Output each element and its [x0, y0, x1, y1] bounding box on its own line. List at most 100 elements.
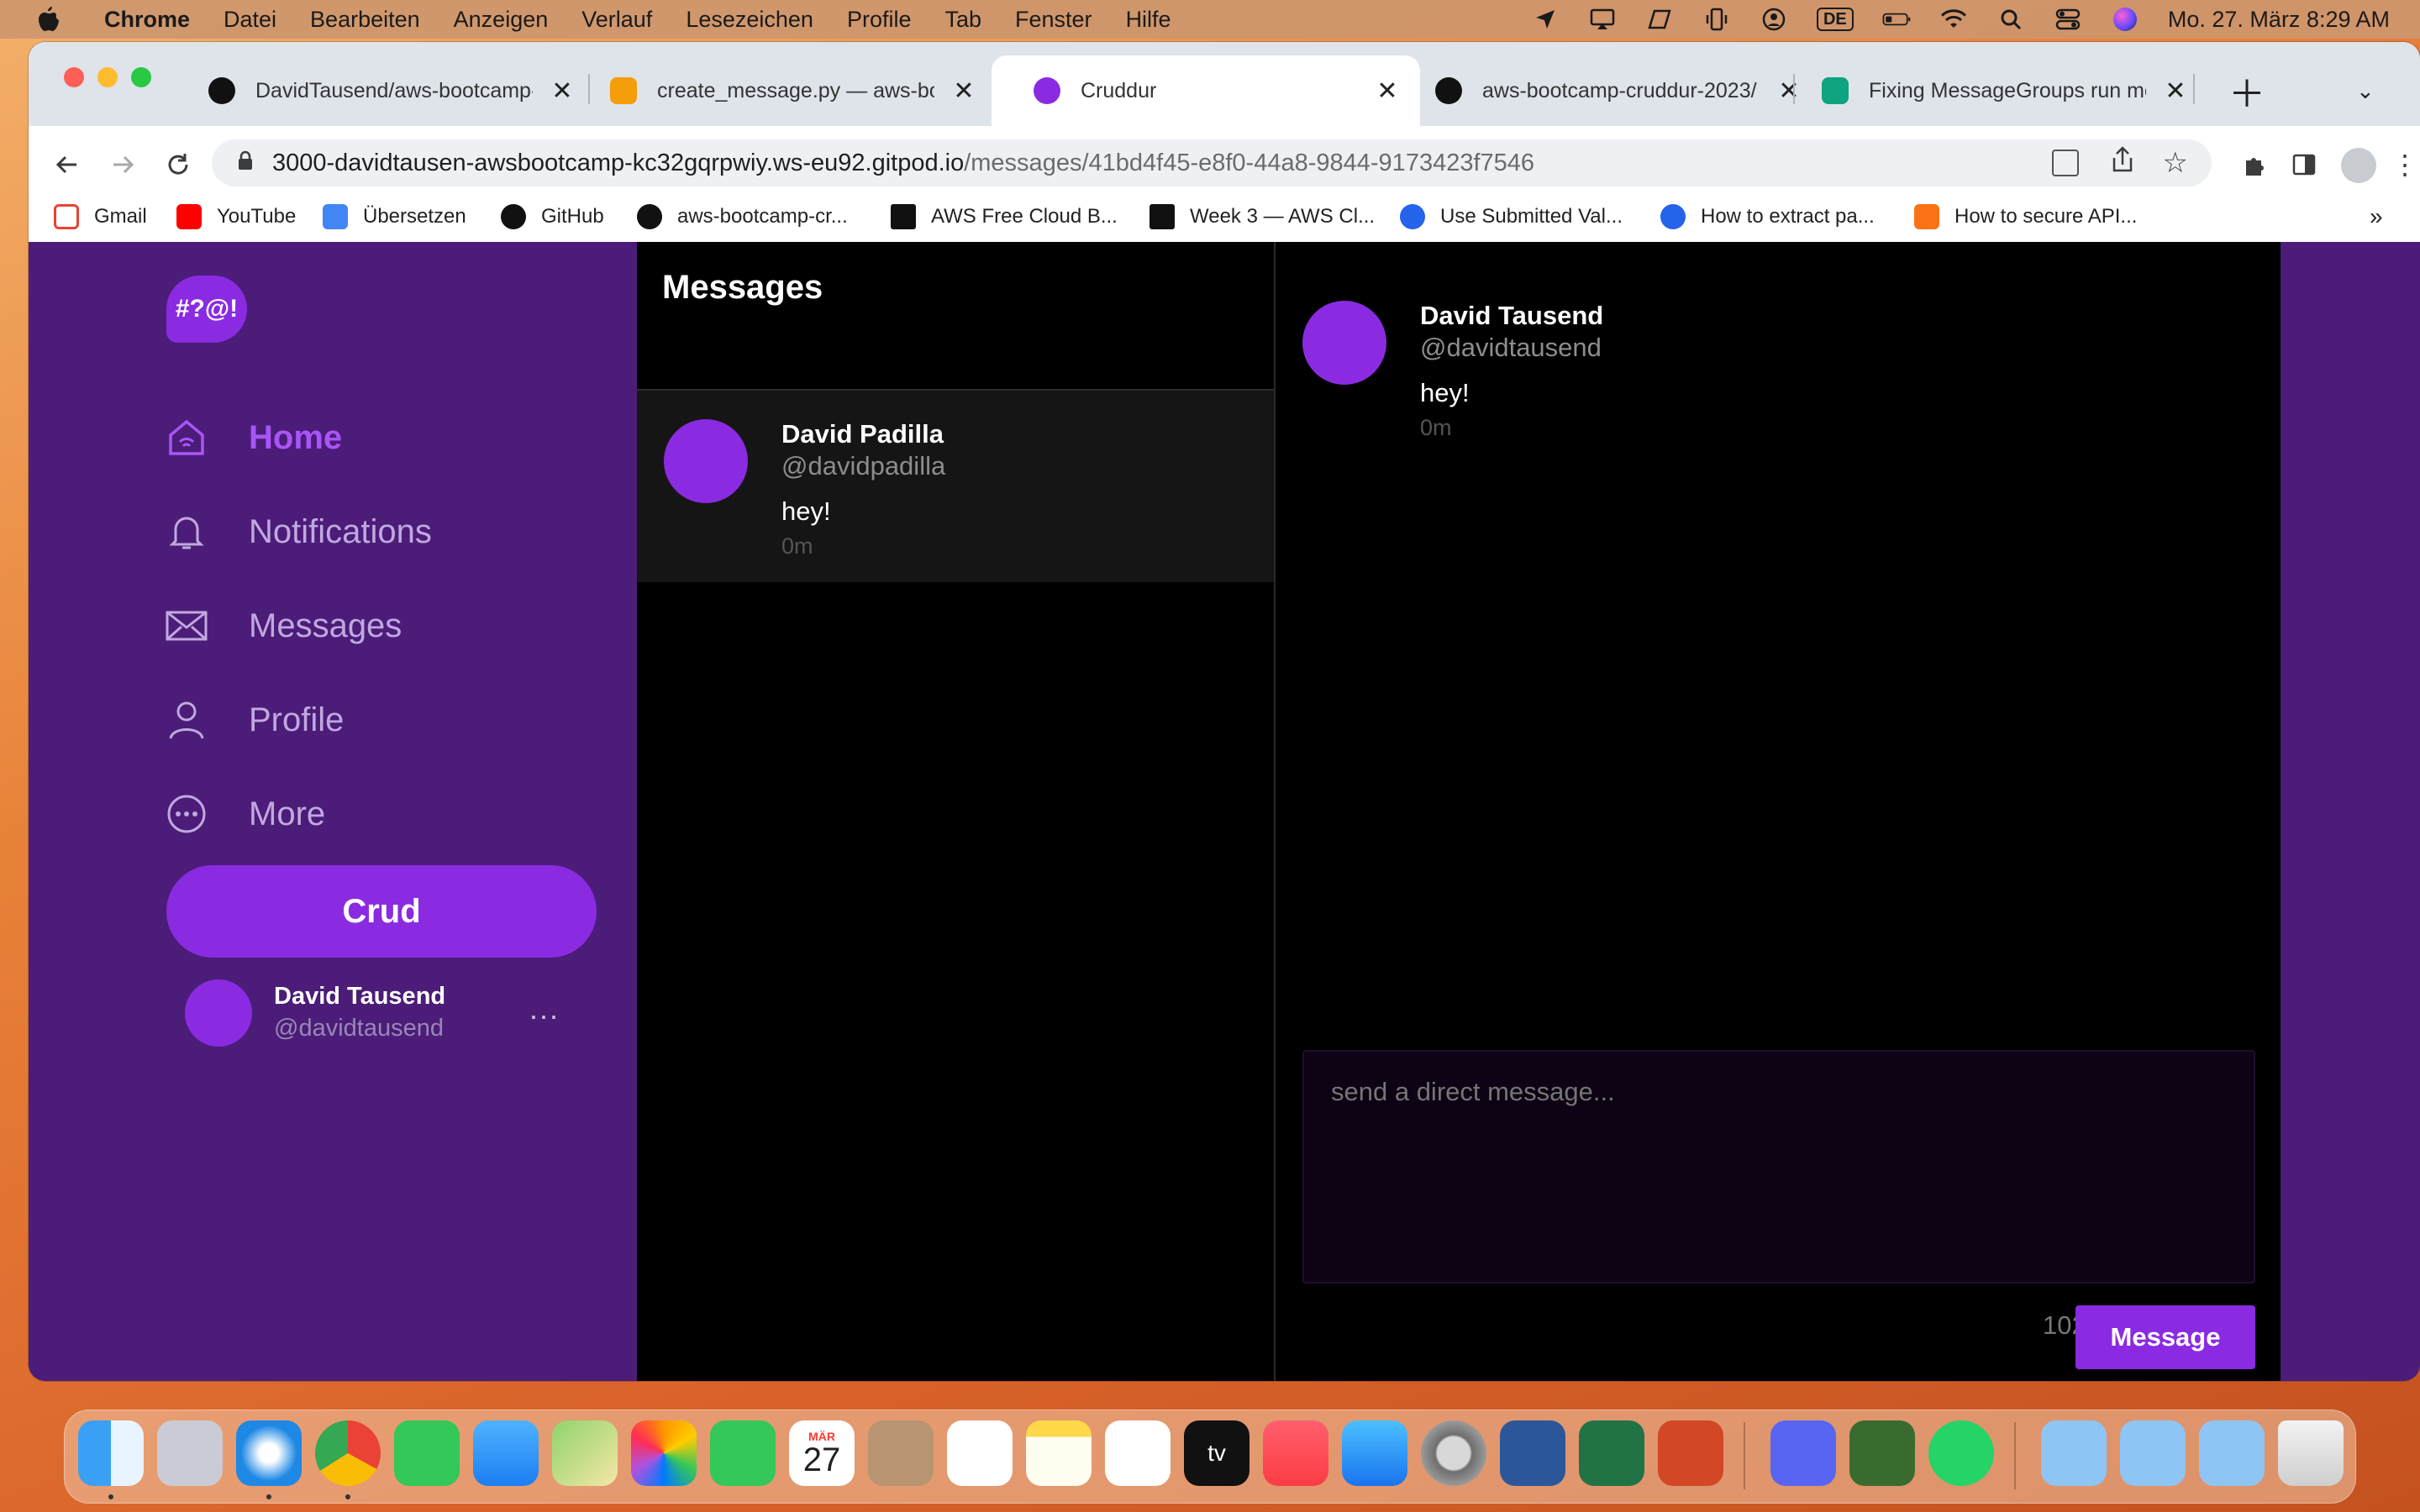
lock-icon[interactable] — [237, 150, 254, 177]
bookmark-aws-free-cloud[interactable]: AWS Free Cloud B... — [891, 198, 1118, 235]
control-center-icon[interactable] — [2054, 8, 2082, 31]
bookmark-secure-api[interactable]: How to secure API... — [1914, 198, 2137, 235]
back-button[interactable] — [50, 148, 84, 181]
bookmark-gmail[interactable]: Gmail — [54, 198, 147, 235]
keyboard-layout-icon[interactable]: DE — [1816, 8, 1854, 31]
bookmark-extract[interactable]: How to extract pa... — [1660, 198, 1875, 235]
spotlight-search-icon[interactable] — [1996, 8, 2025, 31]
close-tab-icon[interactable]: ✕ — [1375, 76, 1400, 106]
tab-gitpod-file[interactable]: create_message.py — aws-boo ✕ — [590, 55, 1010, 126]
bookmark-translate[interactable]: Übersetzen — [323, 198, 466, 235]
launchpad-icon[interactable] — [157, 1420, 223, 1486]
memory-icon[interactable] — [1849, 1420, 1915, 1486]
menu-profiles[interactable]: Profile — [847, 7, 912, 33]
documents-folder-icon[interactable] — [2120, 1420, 2186, 1486]
tab-github-repo[interactable]: DavidTausend/aws-bootcamp- ✕ — [188, 55, 608, 126]
applications-folder-icon[interactable] — [2041, 1420, 2107, 1486]
menubar-clock[interactable]: Mo. 27. März 8:29 AM — [2168, 7, 2390, 33]
bookmark-star-icon[interactable]: ☆ — [2163, 146, 2188, 180]
wifi-icon[interactable] — [1939, 8, 1968, 31]
battery-icon[interactable] — [1882, 8, 1911, 31]
system-settings-icon[interactable] — [1421, 1420, 1486, 1486]
maps-icon[interactable] — [552, 1420, 618, 1486]
cruddur-logo[interactable]: #?@! — [166, 276, 247, 343]
sidecar-icon[interactable] — [1645, 8, 1674, 31]
menu-window[interactable]: Fenster — [1015, 7, 1092, 33]
mail-app-icon[interactable] — [473, 1420, 539, 1486]
share-icon[interactable] — [2111, 146, 2134, 180]
whatsapp-icon[interactable] — [1928, 1420, 1994, 1486]
powerpoint-icon[interactable] — [1658, 1420, 1723, 1486]
photos-icon[interactable] — [631, 1420, 697, 1486]
location-icon[interactable] — [1531, 8, 1560, 31]
menu-edit[interactable]: Bearbeiten — [310, 7, 420, 33]
tab-chatgpt[interactable]: Fixing MessageGroups run met ✕ — [1802, 55, 2222, 126]
address-bar[interactable]: 3000-davidtausen-awsbootcamp-kc32gqrpwiy… — [212, 139, 2212, 186]
apple-tv-icon[interactable]: tv — [1184, 1420, 1249, 1486]
notes-icon[interactable] — [1026, 1420, 1092, 1486]
finder-icon[interactable] — [78, 1420, 144, 1486]
bookmark-aws-bootcamp[interactable]: aws-bootcamp-cr... — [637, 198, 848, 235]
menu-tab[interactable]: Tab — [944, 7, 981, 33]
extensions-icon[interactable] — [2237, 148, 2270, 181]
app-store-icon[interactable] — [1342, 1420, 1407, 1486]
sidebar-item-profile[interactable]: Profile — [165, 690, 344, 749]
chrome-menu-icon[interactable]: ⋮ — [2388, 148, 2420, 181]
tab-cruddur[interactable]: Cruddur ✕ — [992, 55, 1420, 126]
sidebar-item-home[interactable]: Home — [165, 408, 342, 467]
screen-mirroring-icon[interactable] — [1588, 8, 1617, 31]
reminders-icon[interactable] — [947, 1420, 1013, 1486]
window-minimize-button[interactable] — [97, 67, 118, 87]
chrome-icon[interactable] — [315, 1420, 381, 1486]
close-tab-icon[interactable]: ✕ — [1776, 76, 1802, 106]
close-tab-icon[interactable]: ✕ — [550, 76, 575, 106]
current-user-card[interactable]: David Tausend @davidtausend ... — [185, 979, 622, 1052]
bookmark-use-submitted[interactable]: Use Submitted Val... — [1400, 198, 1623, 235]
translate-icon[interactable] — [2052, 150, 2079, 176]
crud-button[interactable]: Crud — [166, 865, 597, 958]
reload-button[interactable] — [161, 148, 195, 181]
downloads-folder-icon[interactable] — [2199, 1420, 2265, 1486]
menu-app-name[interactable]: Chrome — [104, 7, 190, 33]
calendar-icon[interactable]: MÄR 27 — [789, 1420, 855, 1486]
menu-view[interactable]: Anzeigen — [454, 7, 549, 33]
user-menu-icon[interactable]: ... — [529, 991, 560, 1026]
tab-search-chevron-icon[interactable]: ⌄ — [2356, 55, 2375, 126]
menu-history[interactable]: Verlauf — [581, 7, 652, 33]
music-icon[interactable] — [1263, 1420, 1328, 1486]
window-close-button[interactable] — [64, 67, 84, 87]
safari-icon[interactable] — [236, 1420, 302, 1486]
discord-icon[interactable] — [1770, 1420, 1836, 1486]
facetime-icon[interactable] — [710, 1420, 776, 1486]
close-tab-icon[interactable]: ✕ — [951, 76, 976, 106]
word-icon[interactable] — [1500, 1420, 1565, 1486]
bookmark-github[interactable]: GitHub — [501, 198, 604, 235]
new-tab-button[interactable]: ＋ — [2228, 55, 2265, 126]
contacts-icon[interactable] — [868, 1420, 934, 1486]
vibrate-icon[interactable] — [1702, 8, 1731, 31]
message-group-item[interactable]: David Padilla @davidpadilla hey! 0m — [637, 391, 1274, 582]
menu-file[interactable]: Datei — [224, 7, 276, 33]
bookmark-week3[interactable]: Week 3 — AWS Cl... — [1150, 198, 1375, 235]
menu-help[interactable]: Hilfe — [1126, 7, 1171, 33]
forward-button[interactable] — [106, 148, 139, 181]
bookmark-youtube[interactable]: YouTube — [176, 198, 296, 235]
sidebar-item-notifications[interactable]: Notifications — [165, 502, 432, 561]
bookmarks-overflow-icon[interactable]: » — [2370, 198, 2383, 235]
side-panel-icon[interactable] — [2287, 148, 2321, 181]
menu-bookmarks[interactable]: Lesezeichen — [686, 7, 813, 33]
excel-icon[interactable] — [1579, 1420, 1644, 1486]
profile-avatar[interactable] — [2341, 148, 2376, 183]
window-zoom-button[interactable] — [131, 67, 151, 87]
sidebar-item-messages[interactable]: Messages — [165, 596, 402, 655]
sidebar-item-more[interactable]: More — [165, 785, 325, 843]
freeform-icon[interactable] — [1105, 1420, 1171, 1486]
tab-github-cruddur[interactable]: aws-bootcamp-cruddur-2023/ ✕ — [1415, 55, 1835, 126]
trash-icon[interactable] — [2278, 1420, 2344, 1486]
messages-icon[interactable] — [394, 1420, 460, 1486]
close-tab-icon[interactable]: ✕ — [2163, 76, 2188, 106]
user-switch-icon[interactable] — [1760, 8, 1788, 31]
apple-icon[interactable] — [32, 3, 66, 36]
direct-message-input[interactable] — [1302, 1050, 2255, 1284]
send-message-button[interactable]: Message — [2075, 1305, 2255, 1369]
